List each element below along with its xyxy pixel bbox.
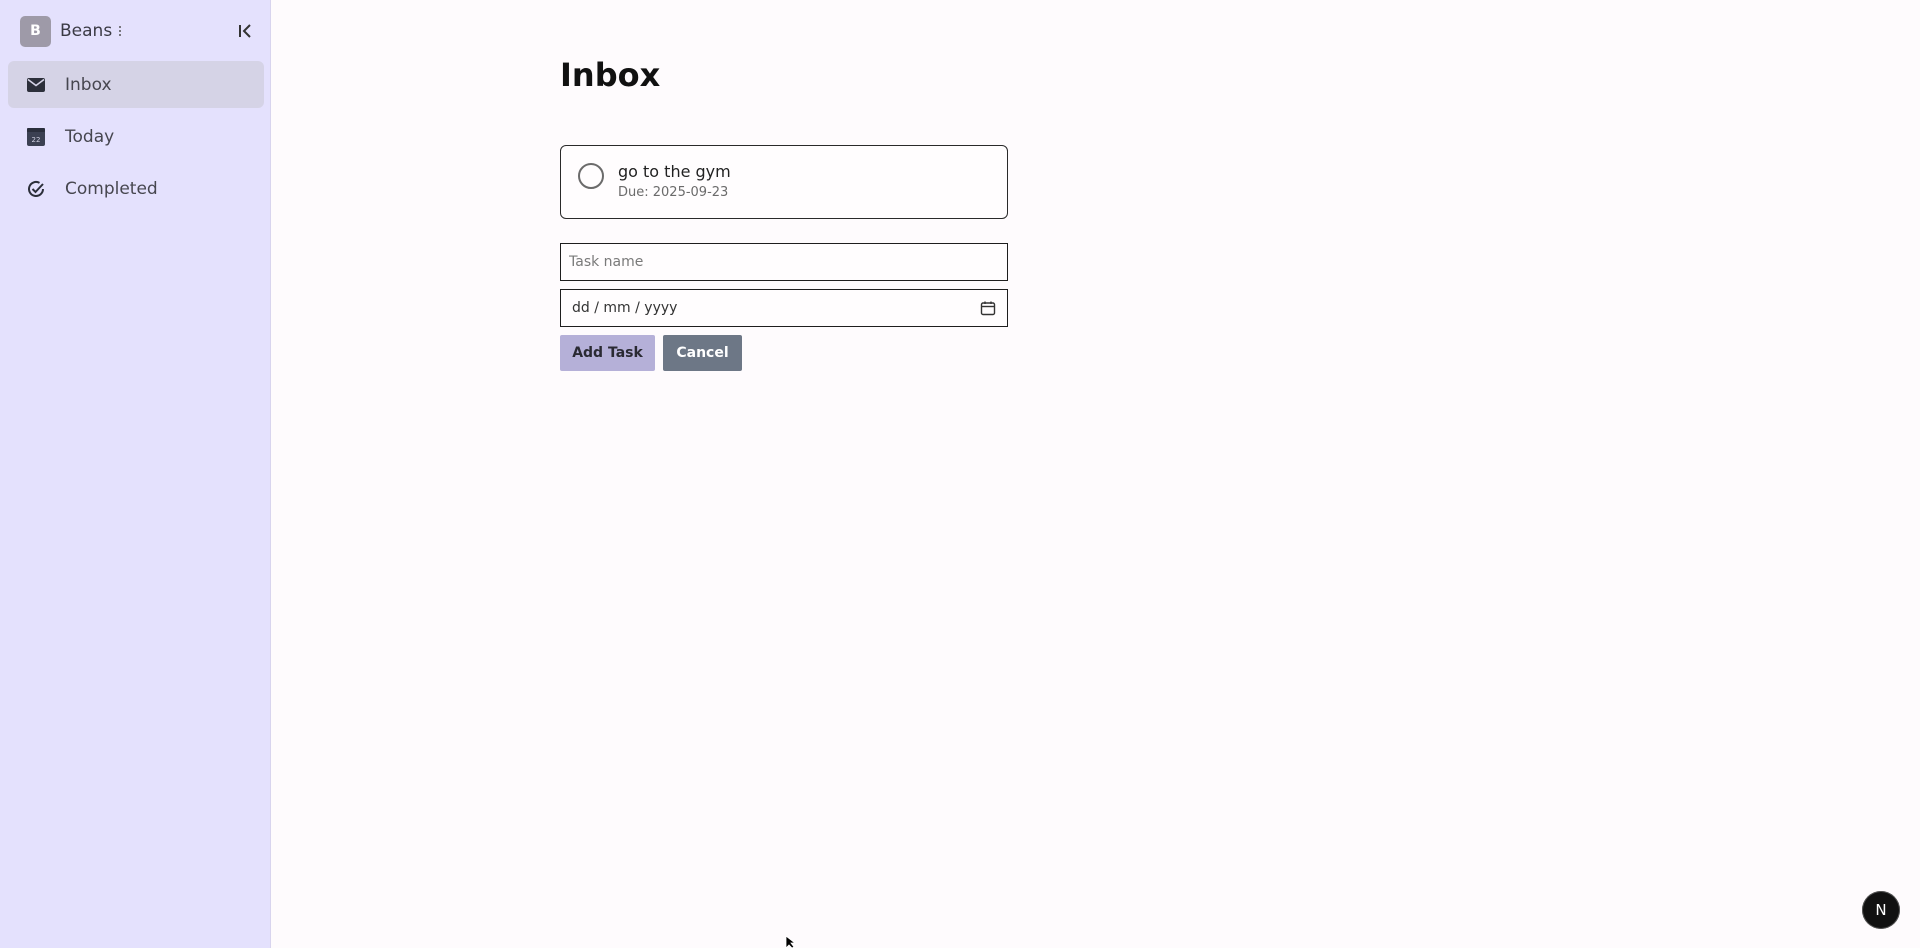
workspace-name: Beans xyxy=(60,21,113,41)
check-circle-icon xyxy=(26,179,46,199)
sidebar-item-today[interactable]: 22 Today xyxy=(8,113,264,160)
svg-text:22: 22 xyxy=(32,136,41,144)
task-due-date: Due: 2025-09-23 xyxy=(618,185,729,200)
app-root: B Beans Inbox 22 Today Completed Inbox g… xyxy=(0,0,1920,948)
mouse-cursor-icon xyxy=(785,936,797,948)
main-content: Inbox go to the gym Due: 2025-09-23 dd /… xyxy=(272,0,1920,948)
cancel-button[interactable]: Cancel xyxy=(663,335,742,371)
add-task-button[interactable]: Add Task xyxy=(560,335,655,371)
collapse-sidebar-icon[interactable] xyxy=(236,20,256,42)
task-name: go to the gym xyxy=(618,162,731,181)
workspace-menu-icon[interactable] xyxy=(119,26,122,36)
date-placeholder: dd / mm / yyyy xyxy=(572,300,678,316)
calendar-today-icon: 22 xyxy=(26,127,46,147)
sidebar: B Beans Inbox 22 Today Completed xyxy=(0,0,271,948)
page-title: Inbox xyxy=(560,56,661,94)
mail-icon xyxy=(26,75,46,95)
workspace-avatar: B xyxy=(20,15,51,47)
workspace-header[interactable]: B Beans xyxy=(20,15,122,47)
task-name-input[interactable] xyxy=(560,243,1008,281)
sidebar-item-label: Completed xyxy=(65,178,158,199)
sidebar-item-label: Today xyxy=(65,126,115,147)
next-dev-tools-button[interactable]: N xyxy=(1862,891,1900,929)
task-complete-checkbox[interactable] xyxy=(578,163,604,189)
sidebar-item-label: Inbox xyxy=(65,74,112,95)
calendar-picker-icon[interactable] xyxy=(980,300,996,316)
sidebar-item-completed[interactable]: Completed xyxy=(8,165,264,212)
sidebar-item-inbox[interactable]: Inbox xyxy=(8,61,264,108)
task-item[interactable]: go to the gym Due: 2025-09-23 xyxy=(560,145,1008,219)
due-date-input[interactable]: dd / mm / yyyy xyxy=(560,289,1008,327)
